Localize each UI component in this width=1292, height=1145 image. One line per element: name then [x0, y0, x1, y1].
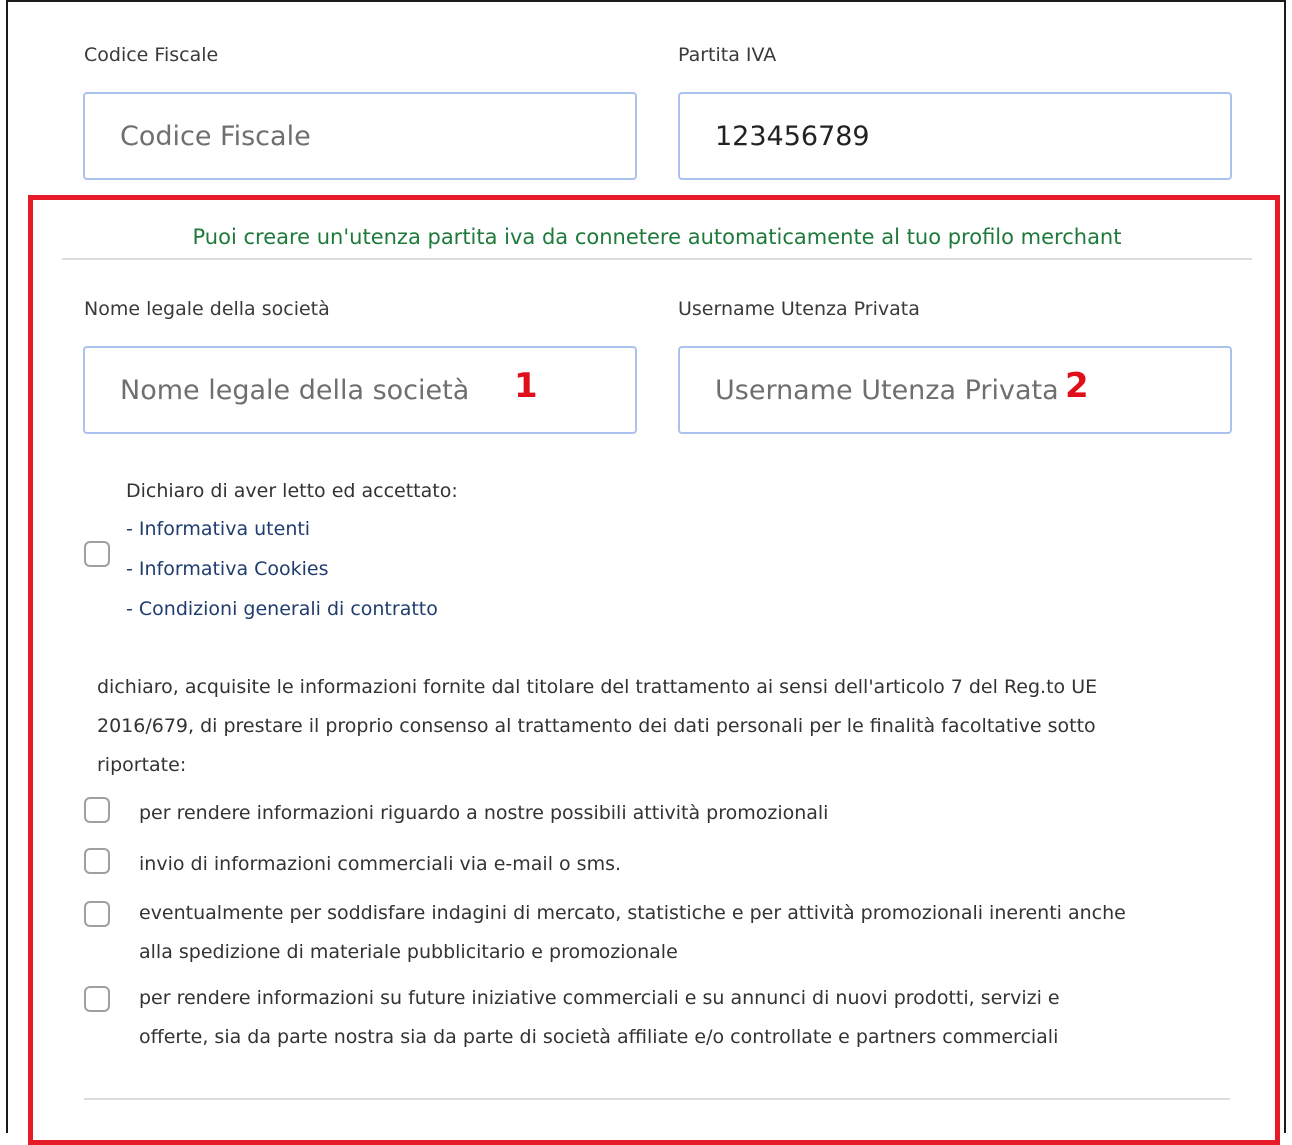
- link-informativa-cookies[interactable]: - Informativa Cookies: [126, 550, 329, 589]
- partita-iva-label: Partita IVA: [678, 44, 777, 66]
- consent-option-label: per rendere informazioni riguardo a nost…: [139, 802, 829, 824]
- link-informativa-utenti[interactable]: - Informativa utenti: [126, 510, 310, 549]
- username-label: Username Utenza Privata: [678, 298, 920, 320]
- consent-option-label: invio di informazioni commerciali via e-…: [139, 853, 622, 875]
- terms-checkbox[interactable]: [84, 541, 110, 567]
- nome-legale-label: Nome legale della società: [84, 298, 330, 320]
- consent-option-label: offerte, sia da parte nostra sia da part…: [139, 1026, 1059, 1048]
- consent-checkbox-email-sms[interactable]: [84, 848, 110, 874]
- consent-option-label: eventualmente per soddisfare indagini di…: [139, 902, 1126, 924]
- annotation-marker-1: 1: [514, 366, 538, 406]
- consent-option-label: alla spedizione di materiale pubblicitar…: [139, 941, 678, 963]
- consent-text-line: riportate:: [97, 754, 187, 776]
- consent-text-line: 2016/679, di prestare il proprio consens…: [97, 715, 1096, 737]
- consent-checkbox-market-research[interactable]: [84, 901, 110, 927]
- consent-checkbox-promo[interactable]: [84, 797, 110, 823]
- consent-option-label: per rendere informazioni su future inizi…: [139, 987, 1060, 1009]
- consent-checkbox-future-initiatives[interactable]: [84, 986, 110, 1012]
- annotation-marker-2: 2: [1065, 366, 1089, 406]
- partita-iva-input[interactable]: [678, 92, 1232, 180]
- link-condizioni-generali[interactable]: - Condizioni generali di contratto: [126, 590, 438, 629]
- section-divider-bottom: [84, 1098, 1230, 1100]
- codice-fiscale-label: Codice Fiscale: [84, 44, 219, 66]
- nome-legale-input[interactable]: [83, 346, 637, 434]
- info-message: Puoi creare un'utenza partita iva da con…: [192, 225, 1122, 249]
- consent-text-line: dichiaro, acquisite le informazioni forn…: [97, 676, 1098, 698]
- section-divider-top: [62, 258, 1252, 260]
- terms-heading: Dichiaro di aver letto ed accettato:: [126, 480, 458, 502]
- codice-fiscale-input[interactable]: [83, 92, 637, 180]
- username-input[interactable]: [678, 346, 1232, 434]
